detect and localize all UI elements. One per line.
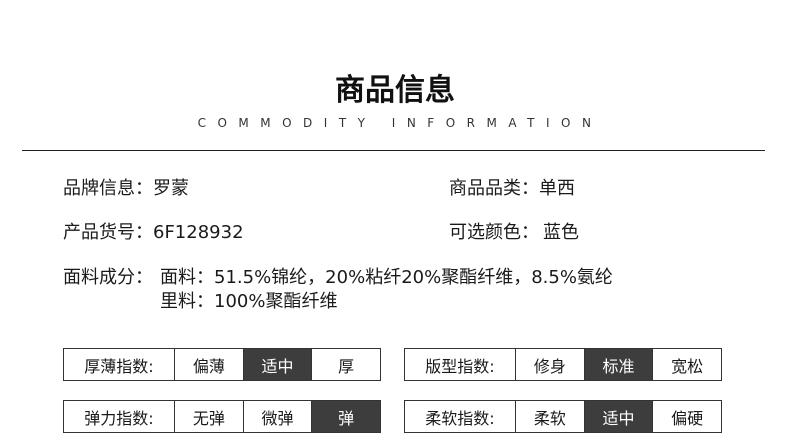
thickness-scale: 厚薄指数: 偏薄 适中 厚 — [63, 348, 381, 381]
thickness-scale-label: 厚薄指数: — [84, 356, 154, 376]
fit-scale: 版型指数: 修身 标准 宽松 — [404, 348, 722, 381]
fit-option[interactable]: 宽松 — [652, 349, 721, 380]
softness-option[interactable]: 适中 — [583, 401, 653, 432]
header-divider — [22, 150, 765, 151]
category-row: 商品品类：单西 — [449, 177, 575, 201]
thickness-option[interactable]: 适中 — [242, 349, 312, 380]
color-value: 蓝色 — [543, 222, 579, 243]
brand-label: 品牌信息： — [63, 178, 153, 199]
softness-scale: 柔软指数: 柔软 适中 偏硬 — [404, 400, 722, 433]
fit-scale-label: 版型指数: — [425, 356, 495, 376]
brand-value: 罗蒙 — [153, 178, 189, 199]
thickness-option[interactable]: 偏薄 — [174, 349, 243, 380]
fit-option[interactable]: 修身 — [515, 349, 584, 380]
stretch-scale-label: 弹力指数: — [84, 408, 154, 428]
sku-label: 产品货号： — [63, 222, 153, 243]
stretch-scale: 弹力指数: 无弹 微弹 弹 — [63, 400, 381, 433]
page-subtitle: COMMODITY INFORMATION — [197, 116, 603, 130]
stretch-option[interactable]: 无弹 — [174, 401, 243, 432]
stretch-option[interactable]: 弹 — [311, 401, 381, 432]
softness-option[interactable]: 柔软 — [515, 401, 584, 432]
sku-row: 产品货号：6F128932 — [63, 221, 244, 245]
fit-option[interactable]: 标准 — [583, 349, 653, 380]
fabric-label: 面料成分： — [63, 267, 153, 288]
fabric-shell: 面料：51.5%锦纶，20%粘纤20%聚酯纤维，8.5%氨纶 — [160, 267, 613, 288]
sku-value: 6F128932 — [153, 222, 244, 243]
color-row: 可选颜色： 蓝色 — [449, 221, 579, 245]
category-label: 商品品类： — [449, 178, 539, 199]
page-title: 商品信息 — [335, 73, 455, 108]
softness-scale-label: 柔软指数: — [425, 408, 495, 428]
brand-row: 品牌信息：罗蒙 — [63, 177, 189, 201]
stretch-option[interactable]: 微弹 — [242, 401, 312, 432]
category-value: 单西 — [539, 178, 575, 199]
fabric-lining: 里料：100%聚酯纤维 — [160, 291, 338, 312]
thickness-option[interactable]: 厚 — [311, 349, 380, 380]
color-label: 可选颜色： — [449, 222, 539, 243]
softness-option[interactable]: 偏硬 — [652, 401, 721, 432]
